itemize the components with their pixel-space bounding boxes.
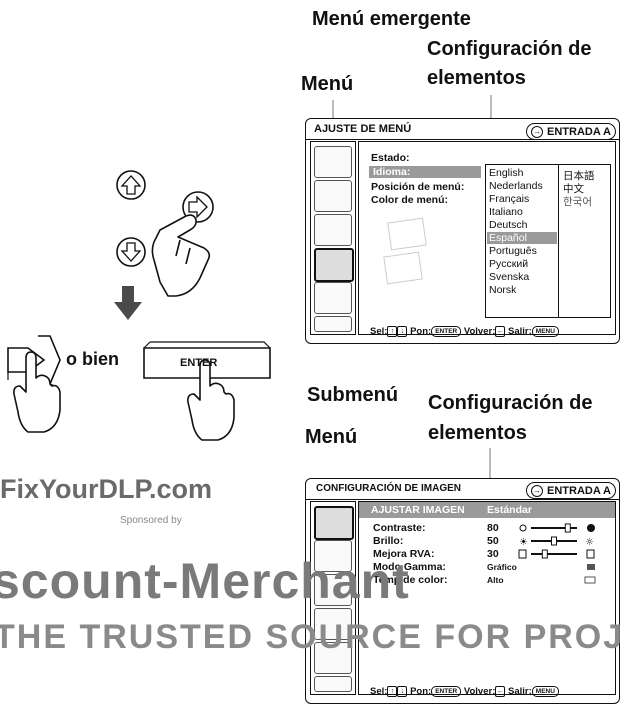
menu-screen-1: AJUSTE DE MENÚ → ENTRADA A Estado: Idiom… <box>305 118 620 344</box>
language-option[interactable]: Português <box>489 245 537 257</box>
rgb-enhance-slider[interactable] <box>518 549 595 559</box>
down-key-icon: ↓ <box>397 326 408 337</box>
config-items-label-2a: Configuración de <box>428 392 593 414</box>
input-arrow-icon: → <box>531 484 544 497</box>
screen2-title: CONFIGURACIÓN DE IMAGEN <box>316 483 461 494</box>
screen2-input-label: ENTRADA A <box>547 484 611 497</box>
svg-text:☀: ☀ <box>519 537 528 548</box>
language-option[interactable]: Français <box>489 193 529 205</box>
screen2-input-indicator: → ENTRADA A <box>526 482 616 499</box>
footer-salir-label: Salir: <box>508 686 532 698</box>
language-option[interactable]: Italiano <box>489 206 523 218</box>
language-option[interactable]: Nederlands <box>489 180 543 192</box>
language-option[interactable]: Pyccкий <box>489 258 528 270</box>
screen1-input-indicator: → ENTRADA A <box>526 123 616 140</box>
input-arrow-icon: → <box>531 125 544 138</box>
config-items-label-2b: elementos <box>428 422 527 444</box>
svg-text:☼: ☼ <box>585 537 594 548</box>
footer-enter-key: ENTER <box>431 686 462 697</box>
footer-pon-label: Pon: <box>410 686 432 698</box>
footer-pon-label: Pon: <box>410 326 432 338</box>
input-menu-icon[interactable] <box>314 214 352 246</box>
picture-menu-icon[interactable] <box>314 506 354 540</box>
up-key-icon: ↑ <box>387 326 398 337</box>
language-option[interactable]: Deutsch <box>489 219 528 231</box>
submenu-label: Submenú <box>307 384 399 406</box>
menu-color-item[interactable]: Color de menú: <box>371 194 448 206</box>
footer-sel-label: Sel: <box>370 326 388 338</box>
footer-salir-label: Salir: <box>508 326 532 338</box>
watermark-sponsor: Sponsored by <box>120 515 182 526</box>
menu-position-item[interactable]: Posición de menú: <box>371 181 464 193</box>
footer-menu-key: MENU <box>531 686 559 697</box>
footer-volver-label: Volver: <box>463 686 496 698</box>
up-key-icon: ↑ <box>387 686 398 697</box>
screen1-icon-column <box>310 141 356 335</box>
picture-menu-icon[interactable] <box>314 146 352 178</box>
language-option-selected[interactable]: Español <box>487 232 557 244</box>
down-key-icon: ↓ <box>397 686 408 697</box>
screen1-title: AJUSTE DE MENÚ <box>314 123 412 135</box>
language-option[interactable]: 한국어 <box>563 194 592 209</box>
footer-volver-label: Volver: <box>463 326 496 338</box>
color-temp-icon <box>584 576 596 584</box>
status-item[interactable]: Estado: <box>371 152 410 164</box>
screen1-input-label: ENTRADA A <box>547 125 611 138</box>
screen1-footer: Sel: ↑ ↓ Pon: ENTER Volver: ← Salir: MENU <box>370 326 559 337</box>
back-key-icon: ← <box>495 326 506 337</box>
settings-menu-icon[interactable] <box>314 248 354 282</box>
language-list: English Nederlands Français Italiano Deu… <box>485 164 611 318</box>
footer-sel-label: Sel: <box>370 686 388 698</box>
screen-menu-icon[interactable] <box>314 180 352 212</box>
gamma-icon <box>587 564 595 570</box>
contrast-slider[interactable] <box>519 523 595 533</box>
language-option[interactable]: English <box>489 167 523 179</box>
info-menu-icon[interactable] <box>314 316 352 332</box>
footer-menu-key: MENU <box>531 326 559 337</box>
watermark-brand: scount-Merchant <box>0 553 410 609</box>
footer-enter-key: ENTER <box>431 326 462 337</box>
back-key-icon: ← <box>495 686 506 697</box>
installation-menu-icon[interactable] <box>314 282 352 314</box>
watermark-tagline: THE TRUSTED SOURCE FOR PROJ <box>0 618 625 656</box>
info-menu-icon[interactable] <box>314 676 352 692</box>
watermark-site: FixYourDLP.com <box>0 474 213 504</box>
screen2-footer: Sel: ↑ ↓ Pon: ENTER Volver: ← Salir: MENU <box>370 686 559 697</box>
language-item[interactable]: Idioma: <box>369 166 481 178</box>
language-option[interactable]: Norsk <box>489 284 516 296</box>
screen1-menu-panel: Estado: Idioma: Posición de menú: Color … <box>358 141 616 335</box>
brightness-slider[interactable]: ☀ ☼ <box>519 536 594 548</box>
menu-label-2: Menú <box>305 426 358 448</box>
language-option[interactable]: Svenska <box>489 271 529 283</box>
